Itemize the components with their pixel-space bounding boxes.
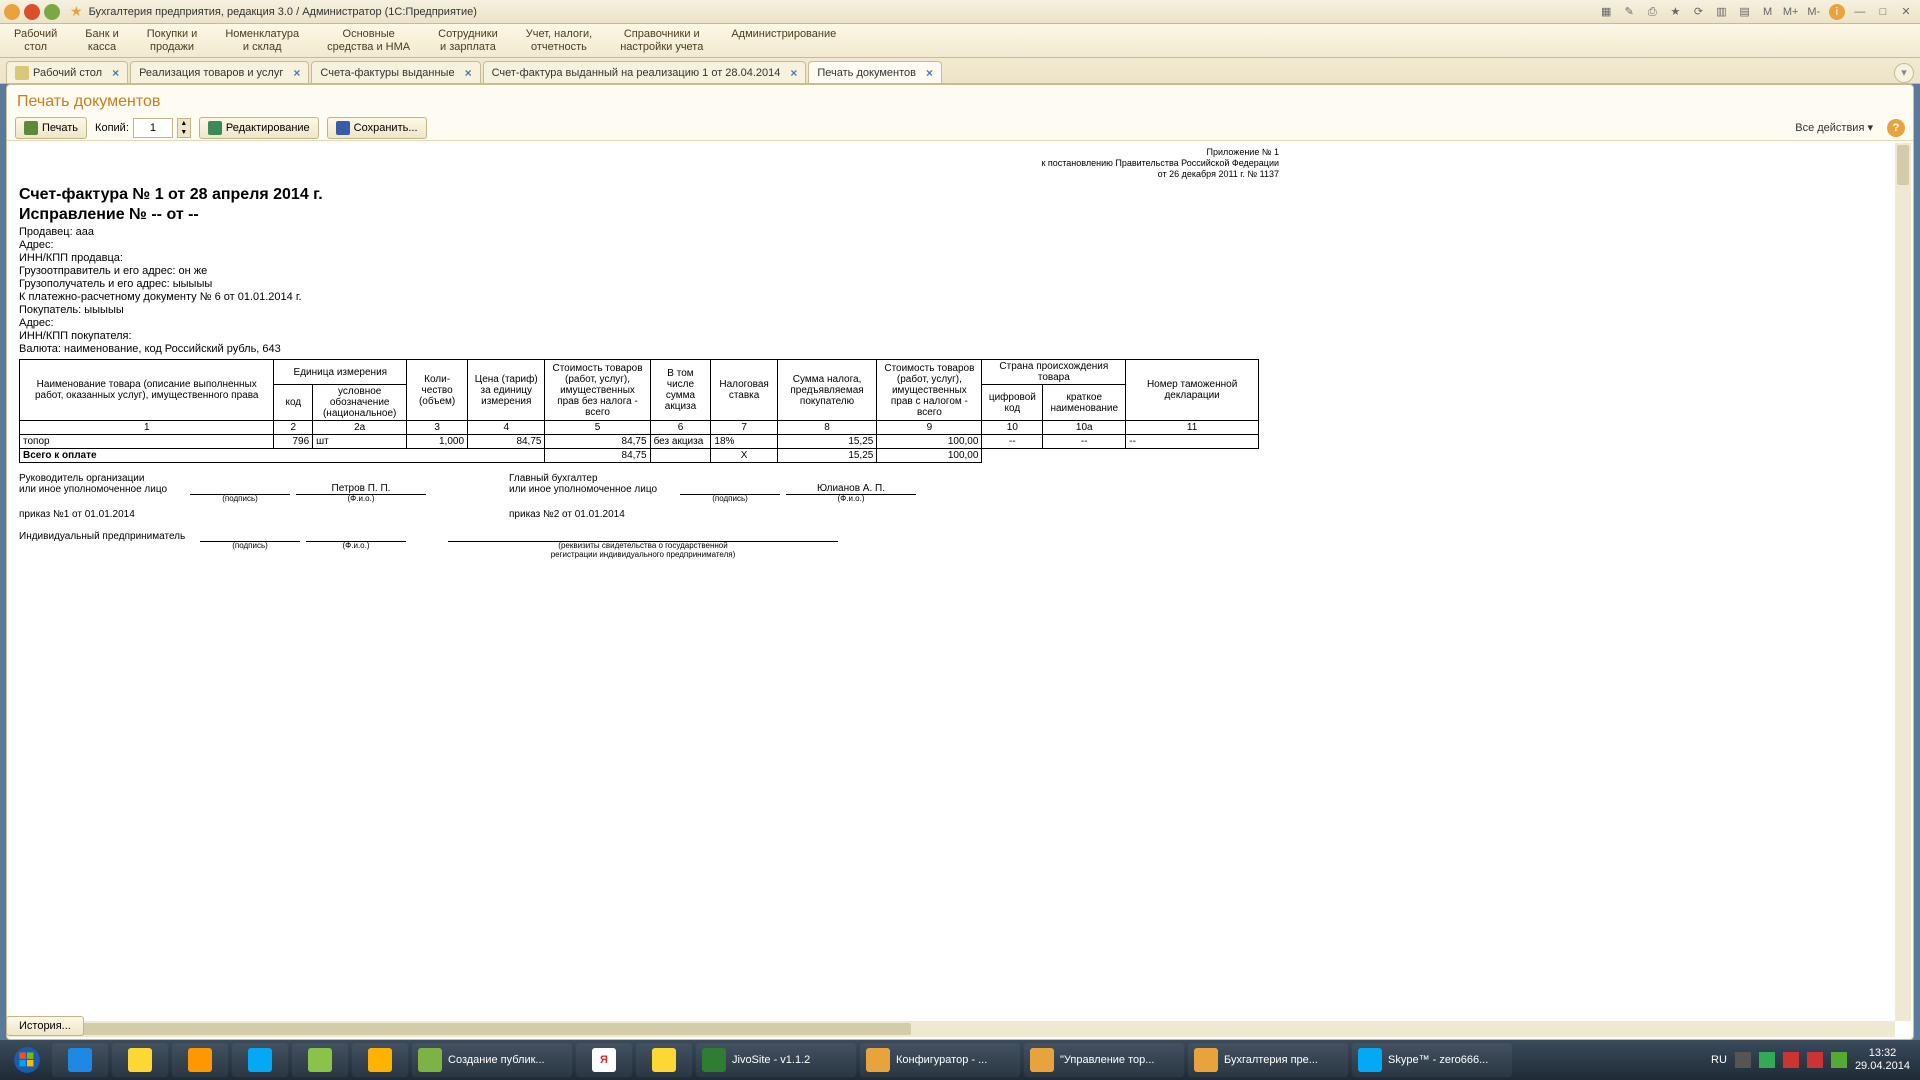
- window-title: Бухгалтерия предприятия, редакция 3.0 / …: [89, 6, 477, 18]
- tb-mem[interactable]: M-: [1806, 4, 1822, 20]
- tray-icon[interactable]: [1831, 1052, 1847, 1068]
- save-icon: [336, 121, 350, 135]
- edit-icon: [208, 121, 222, 135]
- column-numbers-row: 122а34567891010а11: [20, 421, 1259, 435]
- menu-refs[interactable]: Справочники и настройки учета: [606, 24, 717, 57]
- totals-row: Всего к оплате 84,75 Х 15,25 100,00: [20, 449, 1259, 463]
- invoice-document: Приложение № 1 к постановлению Правитель…: [9, 143, 1289, 550]
- taskbar-skype[interactable]: Skype™ - zero666...: [1352, 1043, 1512, 1077]
- taskbar-explorer[interactable]: [112, 1043, 168, 1077]
- clock[interactable]: 13:32 29.04.2014: [1855, 1047, 1910, 1073]
- tb-icon[interactable]: ⟳: [1690, 4, 1706, 20]
- menu-nomenclature[interactable]: Номенклатура и склад: [211, 24, 313, 57]
- toolbar: Печать Копий: ▲▼ Редактирование Сохранит…: [7, 115, 1913, 141]
- taskbar-app[interactable]: [636, 1043, 692, 1077]
- titlebar-right-icons: ▦ ✎ ⎙ ★ ⟳ ▥ ▤ M M+ M- i — □ ✕: [1596, 4, 1916, 20]
- tray-icon[interactable]: [1783, 1052, 1799, 1068]
- invoice-table: Наименование товара (описание выполненны…: [19, 359, 1259, 463]
- system-tray: RU 13:32 29.04.2014: [1711, 1047, 1916, 1073]
- table-row: топор 796 шт 1,000 84,75 84,75 без акциз…: [20, 435, 1259, 449]
- taskbar-app[interactable]: [352, 1043, 408, 1077]
- tb-icon[interactable]: ✎: [1621, 4, 1637, 20]
- taskbar-ie[interactable]: [52, 1043, 108, 1077]
- tb-icon[interactable]: ⎙: [1644, 4, 1660, 20]
- sys-button-2[interactable]: [24, 4, 40, 20]
- vertical-scrollbar[interactable]: [1895, 143, 1911, 1021]
- history-button[interactable]: История...: [6, 1016, 84, 1036]
- taskbar-app[interactable]: [172, 1043, 228, 1077]
- windows-taskbar: Создание публик... Я JivoSite - v1.1.2 К…: [0, 1040, 1920, 1080]
- copies-input[interactable]: [133, 118, 173, 138]
- page-title: Печать документов: [7, 85, 1913, 115]
- tab-desktop[interactable]: Рабочий стол×: [6, 61, 128, 83]
- invoice-title: Счет-фактура № 1 от 28 апреля 2014 г.: [19, 186, 1279, 204]
- tb-icon[interactable]: ▤: [1737, 4, 1753, 20]
- tb-icon[interactable]: ★: [1667, 4, 1683, 20]
- save-button[interactable]: Сохранить...: [327, 117, 427, 139]
- invoice-fields: Продавец: ааа Адрес: ИНН/КПП продавца: Г…: [19, 226, 1279, 355]
- tray-icon[interactable]: [1807, 1052, 1823, 1068]
- taskbar-app[interactable]: Создание публик...: [412, 1043, 572, 1077]
- all-actions-link[interactable]: Все действия ▾: [1795, 121, 1873, 134]
- start-button[interactable]: [4, 1042, 50, 1078]
- window-titlebar: ★ Бухгалтерия предприятия, редакция 3.0 …: [0, 0, 1920, 24]
- close-icon[interactable]: ×: [112, 66, 119, 80]
- taskbar-1c-config[interactable]: Конфигуратор - ...: [860, 1043, 1020, 1077]
- tabs-more-button[interactable]: ▾: [1894, 63, 1914, 83]
- menu-staff[interactable]: Сотрудники и зарплата: [424, 24, 512, 57]
- close-icon[interactable]: ×: [293, 66, 300, 80]
- copies-spinner[interactable]: ▲▼: [177, 118, 191, 138]
- copies-control: Копий: ▲▼: [95, 118, 191, 138]
- appendix-note: Приложение № 1 к постановлению Правитель…: [19, 147, 1279, 180]
- document-tabs: Рабочий стол× Реализация товаров и услуг…: [0, 58, 1920, 84]
- print-icon: [24, 121, 38, 135]
- menu-desktop[interactable]: Рабочий стол: [0, 24, 71, 57]
- menu-admin[interactable]: Администрирование: [717, 24, 850, 57]
- print-button[interactable]: Печать: [15, 117, 87, 139]
- content-area: Печать документов Печать Копий: ▲▼ Редак…: [6, 84, 1914, 1040]
- tray-icon[interactable]: [1735, 1052, 1751, 1068]
- sys-button-1[interactable]: [4, 4, 20, 20]
- lang-indicator[interactable]: RU: [1711, 1054, 1727, 1066]
- taskbar-1c-trade[interactable]: "Управление тор...: [1024, 1043, 1184, 1077]
- minimize-button[interactable]: —: [1852, 4, 1868, 20]
- edit-button[interactable]: Редактирование: [199, 117, 319, 139]
- tb-mem[interactable]: M: [1760, 4, 1776, 20]
- document-viewport[interactable]: Приложение № 1 к постановлению Правитель…: [9, 143, 1911, 1037]
- close-icon[interactable]: ×: [926, 66, 933, 80]
- correction-title: Исправление № -- от --: [19, 206, 1279, 224]
- taskbar-app[interactable]: [292, 1043, 348, 1077]
- tab-realization[interactable]: Реализация товаров и услуг×: [130, 61, 309, 83]
- tab-invoices[interactable]: Счета-фактуры выданные×: [311, 61, 480, 83]
- home-icon: [15, 66, 29, 80]
- taskbar-app[interactable]: Я: [576, 1043, 632, 1077]
- tb-mem[interactable]: M+: [1783, 4, 1799, 20]
- help-icon[interactable]: i: [1829, 4, 1845, 20]
- sys-button-3[interactable]: [44, 4, 60, 20]
- star-icon[interactable]: ★: [70, 3, 83, 20]
- tray-icon[interactable]: [1759, 1052, 1775, 1068]
- close-icon[interactable]: ×: [790, 66, 797, 80]
- taskbar-jivo[interactable]: JivoSite - v1.1.2: [696, 1043, 856, 1077]
- main-menu: Рабочий стол Банк и касса Покупки и прод…: [0, 24, 1920, 58]
- menu-assets[interactable]: Основные средства и НМА: [313, 24, 424, 57]
- horizontal-scrollbar[interactable]: [9, 1021, 1895, 1037]
- help-button[interactable]: ?: [1887, 119, 1905, 137]
- copies-label: Копий:: [95, 122, 129, 134]
- maximize-button[interactable]: □: [1875, 4, 1891, 20]
- taskbar-app[interactable]: [232, 1043, 288, 1077]
- close-button[interactable]: ✕: [1898, 4, 1914, 20]
- tb-icon[interactable]: ▥: [1714, 4, 1730, 20]
- menu-sales[interactable]: Покупки и продажи: [133, 24, 212, 57]
- tab-invoice-1[interactable]: Счет-фактура выданный на реализацию 1 от…: [483, 61, 807, 83]
- tab-print[interactable]: Печать документов×: [808, 61, 942, 83]
- menu-bank[interactable]: Банк и касса: [71, 24, 132, 57]
- close-icon[interactable]: ×: [465, 66, 472, 80]
- signatures: Руководитель организации или иное уполно…: [19, 473, 1279, 542]
- tb-icon[interactable]: ▦: [1598, 4, 1614, 20]
- taskbar-1c-acct[interactable]: Бухгалтерия пре...: [1188, 1043, 1348, 1077]
- menu-accounting[interactable]: Учет, налоги, отчетность: [512, 24, 606, 57]
